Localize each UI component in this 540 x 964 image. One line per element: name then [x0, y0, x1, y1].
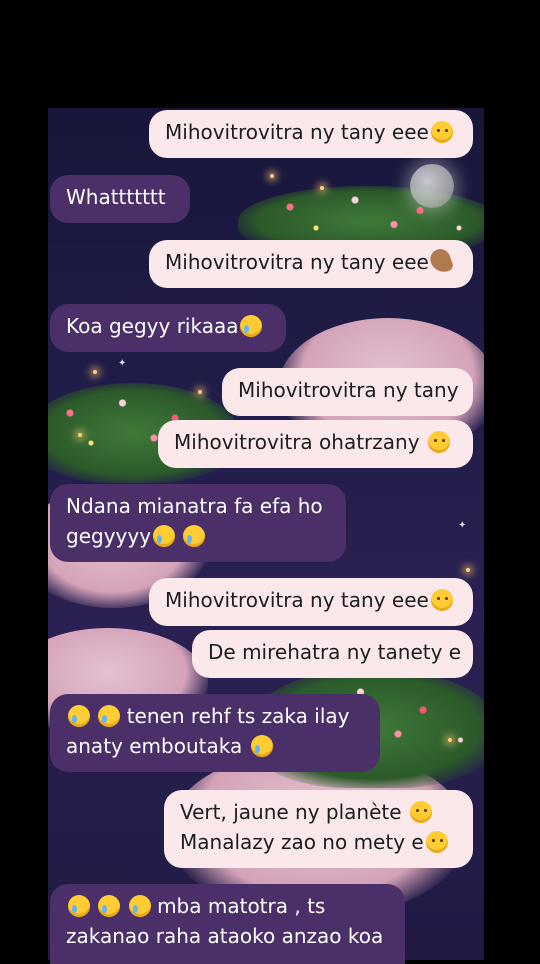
message-text-line: Manalazy zao no mety e [180, 830, 424, 854]
message-text-line: zakanao raha ataoko anzao koa [66, 924, 384, 948]
crying-face-emoji-icon [68, 895, 90, 917]
crying-face-emoji-icon [183, 525, 206, 547]
message-text: Mihovitrovitra ny tany eee [165, 120, 429, 144]
message-bubble-outgoing[interactable]: Vert, jaune ny planète Manalazy zao no m… [164, 790, 473, 868]
message-bubble-incoming[interactable]: mba matotra , ts zakanao raha ataoko anz… [50, 884, 405, 964]
sparkle-decoration [78, 433, 82, 437]
yawning-face-emoji-icon [409, 801, 432, 823]
star-decoration: ✦ [458, 520, 467, 531]
crying-face-emoji-icon [240, 315, 263, 337]
message-text-line: tenen rehf ts zaka ilay [126, 704, 350, 728]
crying-face-emoji-icon [68, 705, 90, 727]
message-bubble-outgoing[interactable]: De mirehatra ny tanety e [192, 630, 473, 678]
message-text-line: mba matotra , ts [157, 894, 326, 918]
message-text-line: Ndana mianatra fa efa ho [66, 494, 323, 518]
message-text-line: Vert, jaune ny planète [180, 800, 402, 824]
star-decoration: ✦ [118, 358, 127, 369]
crying-face-emoji-icon [250, 735, 273, 757]
message-text: De mirehatra ny tanety e [208, 640, 462, 664]
eye-roll-emoji-icon [425, 831, 448, 853]
message-bubble-incoming[interactable]: Koa gegyy rikaaa [50, 304, 286, 352]
crying-face-emoji-icon [153, 525, 176, 547]
message-bubble-incoming[interactable]: tenen rehf ts zaka ilay anaty emboutaka [50, 694, 380, 772]
moon-orb-decoration [410, 164, 454, 208]
sparkle-decoration [93, 370, 97, 374]
sneezing-face-emoji-icon [430, 589, 453, 611]
message-text: Whattttttt [66, 185, 166, 209]
message-text: Mihovitrovitra ohatrzany [174, 430, 420, 454]
message-text: Mihovitrovitra ny tany eee [165, 250, 429, 274]
message-text: Mihovitrovitra ny tany [238, 378, 459, 402]
sparkle-decoration [466, 568, 470, 572]
pinched-fingers-emoji-icon [427, 246, 455, 276]
message-bubble-outgoing[interactable]: Mihovitrovitra ny tany eee [149, 240, 473, 288]
sparkle-decoration [198, 390, 202, 394]
message-bubble-incoming[interactable]: Whattttttt [50, 175, 190, 223]
sparkle-decoration [320, 186, 324, 190]
message-bubble-incoming[interactable]: Ndana mianatra fa efa ho gegyyyy [50, 484, 346, 562]
message-bubble-outgoing[interactable]: Mihovitrovitra ny tany eee [149, 578, 473, 626]
raised-eyebrow-emoji-icon [427, 431, 450, 453]
crying-face-emoji-icon [98, 895, 121, 917]
sparkle-decoration [270, 174, 274, 178]
message-bubble-outgoing[interactable]: Mihovitrovitra ny tany eee [149, 110, 473, 158]
message-text: Koa gegyy rikaaa [66, 314, 239, 338]
message-text-line: anaty emboutaka [66, 734, 243, 758]
sparkle-decoration [448, 738, 452, 742]
smirk-emoji-icon [430, 121, 453, 143]
message-bubble-outgoing[interactable]: Mihovitrovitra ohatrzany [158, 420, 473, 468]
message-bubble-outgoing[interactable]: Mihovitrovitra ny tany [222, 368, 473, 416]
message-text: Mihovitrovitra ny tany eee [165, 588, 429, 612]
message-text-line: gegyyyy [66, 524, 152, 548]
crying-face-emoji-icon [128, 895, 151, 917]
crying-face-emoji-icon [98, 705, 121, 727]
